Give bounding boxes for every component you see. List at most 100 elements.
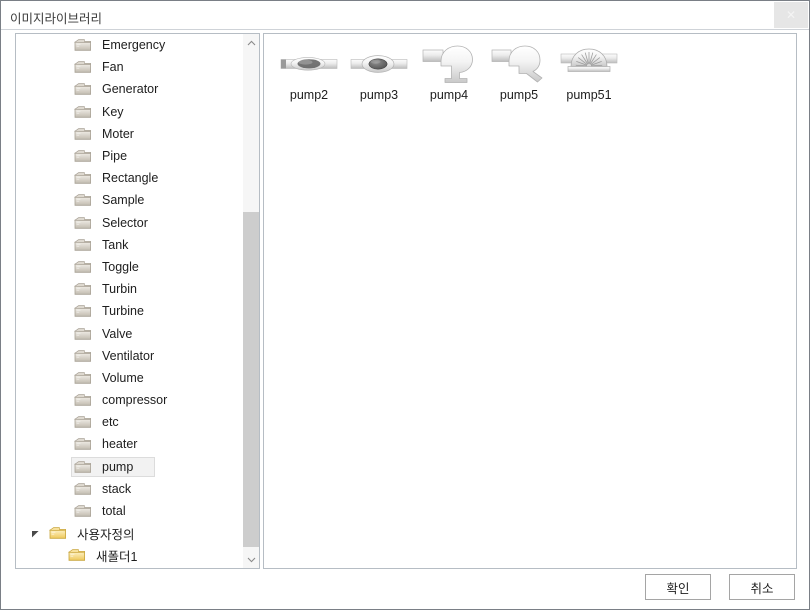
folder-gray-icon — [74, 38, 92, 52]
folder-gray-icon — [74, 105, 92, 119]
thumbnail-panel: pump2 pump3 pump4 pump5 pump51 — [263, 33, 797, 569]
tree-item-pump[interactable]: pump — [16, 456, 244, 478]
tree-item-Key[interactable]: Key — [16, 101, 244, 123]
pump51-icon — [560, 48, 618, 72]
folder-gray-icon — [74, 61, 91, 73]
folder-gray-icon — [74, 327, 91, 340]
folder-gray-icon — [74, 505, 91, 517]
cancel-button[interactable]: 취소 — [729, 574, 795, 600]
folder-gray-icon — [74, 194, 91, 207]
tree-item-label: Rectangle — [102, 171, 159, 186]
folder-gray-icon — [74, 327, 92, 341]
folder-gray-icon — [74, 371, 92, 385]
folder-gray-icon — [74, 483, 91, 495]
folder-gray-icon — [74, 460, 91, 473]
folder-yellow-icon — [49, 526, 67, 540]
thumbnail-item[interactable]: pump3 — [344, 40, 414, 112]
ok-button[interactable]: 확인 — [645, 574, 711, 600]
tree-item-Ventilator[interactable]: Ventilator — [16, 345, 244, 367]
thumbnail-item[interactable]: pump5 — [484, 40, 554, 112]
tree-item-Turbin[interactable]: Turbin — [16, 278, 244, 300]
tree-item-stack[interactable]: stack — [16, 478, 244, 500]
tree-item-etc[interactable]: etc — [16, 411, 244, 433]
folder-gray-icon — [74, 150, 91, 162]
tree-item-label: Key — [102, 104, 124, 119]
tree-vertical-scrollbar[interactable] — [242, 34, 259, 568]
tree-item-Volume[interactable]: Volume — [16, 367, 244, 389]
pump2-icon — [277, 40, 341, 88]
tree-item-Turbine[interactable]: Turbine — [16, 300, 244, 322]
tree-item-Selector[interactable]: Selector — [16, 212, 244, 234]
tree-item-Generator[interactable]: Generator — [16, 78, 244, 100]
tree-item-새폴더1[interactable]: 새폴더1 — [16, 544, 244, 566]
tree-item-Pipe[interactable]: Pipe — [16, 145, 244, 167]
tree-item-label: total — [102, 504, 126, 519]
folder-gray-icon — [74, 415, 92, 429]
tree-item-Valve[interactable]: Valve — [16, 322, 244, 344]
tree-item-compressor[interactable]: compressor — [16, 389, 244, 411]
folder-tree-list[interactable]: Emergency Fan Generator Key Moter Pipe R… — [16, 34, 244, 568]
folder-tree-panel: Emergency Fan Generator Key Moter Pipe R… — [15, 33, 260, 569]
folder-gray-icon — [74, 304, 92, 318]
tree-item-label: Turbin — [102, 282, 137, 297]
folder-gray-icon — [74, 437, 92, 451]
pump2-icon — [280, 57, 338, 71]
folder-gray-icon — [74, 105, 91, 118]
folder-gray-icon — [74, 260, 92, 274]
tree-item-Emergency[interactable]: Emergency — [16, 34, 244, 56]
folder-gray-icon — [74, 394, 91, 406]
tree-item-label: Turbine — [102, 304, 144, 319]
thumbnail-item[interactable]: pump51 — [554, 40, 624, 112]
pump4-icon — [417, 40, 481, 88]
thumbnail-item[interactable]: pump2 — [274, 40, 344, 112]
close-button[interactable]: ✕ — [774, 2, 808, 28]
expand-toggle[interactable] — [30, 528, 40, 538]
tree-item-label: Valve — [102, 326, 133, 341]
folder-yellow-icon — [68, 548, 86, 562]
tree-item-label: 새폴더1 — [96, 549, 138, 564]
folder-gray-icon — [74, 393, 92, 407]
tree-item-Rectangle[interactable]: Rectangle — [16, 167, 244, 189]
folder-gray-icon — [74, 416, 91, 428]
tree-item-label: Ventilator — [102, 348, 155, 363]
folder-gray-icon — [74, 82, 92, 96]
tree-item-label: Pipe — [102, 149, 128, 164]
tree-item-사용자정의[interactable]: 사용자정의 — [16, 522, 244, 544]
scroll-up-button[interactable] — [243, 34, 259, 51]
folder-gray-icon — [74, 305, 91, 318]
folder-yellow-icon — [68, 549, 85, 562]
tree-item-label: heater — [102, 437, 138, 452]
tree-item-total[interactable]: total — [16, 500, 244, 522]
folder-gray-icon — [74, 482, 92, 496]
thumbnail-grid: pump2 pump3 pump4 pump5 pump51 — [274, 40, 624, 112]
folder-gray-icon — [74, 238, 92, 252]
tree-item-Moter[interactable]: Moter — [16, 123, 244, 145]
tree-item-label: etc — [102, 415, 119, 430]
folder-gray-icon — [74, 39, 91, 51]
thumbnail-label: pump51 — [566, 88, 612, 102]
folder-gray-icon — [74, 172, 91, 184]
folder-gray-icon — [74, 149, 92, 163]
pump3-icon — [347, 40, 411, 88]
folder-gray-icon — [74, 83, 91, 96]
folder-yellow-icon — [49, 527, 66, 539]
tree-item-Fan[interactable]: Fan — [16, 56, 244, 78]
tree-item-Tank[interactable]: Tank — [16, 234, 244, 256]
tree-item-Toggle[interactable]: Toggle — [16, 256, 244, 278]
pump4-icon — [422, 45, 473, 83]
scroll-down-button[interactable] — [243, 551, 259, 568]
scroll-thumb[interactable] — [243, 212, 259, 547]
pump5-icon — [487, 40, 551, 88]
thumbnail-label: pump4 — [429, 88, 469, 102]
thumbnail-label: pump5 — [499, 88, 539, 102]
pump51-icon — [557, 40, 621, 88]
folder-gray-icon — [74, 171, 92, 185]
thumbnail-item[interactable]: pump4 — [414, 40, 484, 112]
folder-gray-icon — [74, 349, 92, 363]
folder-gray-icon — [74, 438, 91, 451]
folder-gray-icon — [74, 128, 91, 140]
tree-item-Sample[interactable]: Sample — [16, 189, 244, 211]
folder-gray-icon — [74, 460, 92, 474]
tree-item-heater[interactable]: heater — [16, 433, 244, 455]
folder-gray-icon — [74, 349, 91, 362]
